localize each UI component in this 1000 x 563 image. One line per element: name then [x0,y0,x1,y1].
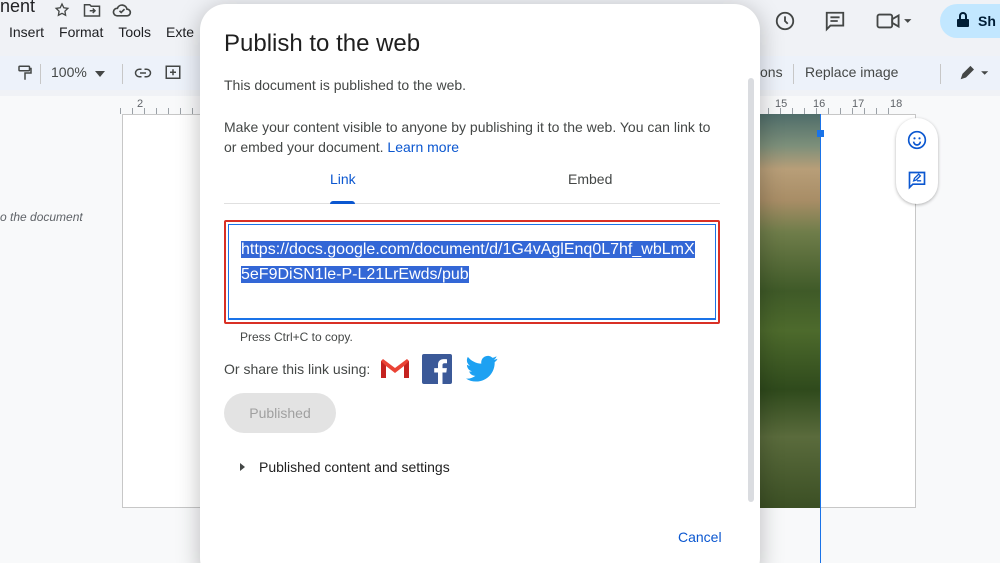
toolbar-divider [940,64,941,84]
menu-tools[interactable]: Tools [118,24,151,40]
ruler-number: 2 [137,98,144,110]
add-comment-icon[interactable] [164,64,182,82]
dialog-title: Publish to the web [224,30,421,57]
lock-icon [956,11,970,31]
share-row: Or share this link using: [224,353,498,385]
description-text: Make your content visible to anyone by p… [224,119,711,155]
cloud-status-icon[interactable] [112,0,132,20]
published-button[interactable]: Published [224,393,336,433]
emoji-reaction-icon[interactable] [907,130,927,150]
published-url[interactable]: https://docs.google.com/document/d/1G4vA… [241,237,703,287]
publish-status: This document is published to the web. [224,77,467,93]
suggest-edits-icon[interactable] [907,170,927,190]
published-url-field[interactable]: https://docs.google.com/document/d/1G4vA… [228,224,716,320]
document-image[interactable] [758,114,820,508]
share-button[interactable]: Sh [940,4,1000,38]
document-title[interactable]: nent [0,0,35,17]
tab-embed[interactable]: Embed [568,171,612,187]
editing-mode-icon[interactable] [958,64,990,82]
share-label: Or share this link using: [224,361,371,377]
dialog-scrollbar[interactable] [748,78,754,502]
page-comment-text: o the document [0,210,83,224]
meet-icon[interactable] [872,8,916,34]
facebook-icon[interactable] [422,354,453,384]
menu-insert[interactable]: Insert [9,24,44,40]
zoom-select[interactable]: 100% [51,64,105,80]
insert-link-icon[interactable] [133,64,153,82]
ruler-number: 18 [890,98,903,110]
publish-dialog: Publish to the web This document is publ… [200,4,760,563]
highlight-box: https://docs.google.com/document/d/1G4vA… [224,220,720,324]
menu-extensions[interactable]: Exte [166,24,194,40]
history-icon[interactable] [772,8,798,34]
scrollbar-thumb[interactable] [748,78,754,502]
star-icon[interactable] [52,0,72,20]
twitter-icon[interactable] [466,355,498,383]
published-settings-toggle[interactable]: Published content and settings [240,459,450,475]
caret-right-icon [240,463,245,471]
move-folder-icon[interactable] [82,0,102,20]
image-selection-border [820,114,821,563]
ruler-number: 17 [852,98,865,110]
replace-image-button[interactable]: Replace image [805,64,898,80]
share-label: Sh [978,13,996,29]
side-action-pill [896,118,938,204]
menu-bar: Insert Format Tools Exte [9,24,209,40]
publish-tabs: Link Embed [224,164,720,204]
url-line-2: 5eF9DiSN1le-P-L21LrEwds/pub [241,266,469,283]
active-tab-indicator [330,201,355,204]
ruler-number: 16 [813,98,826,110]
copy-hint: Press Ctrl+C to copy. [240,330,353,344]
chevron-down-icon [94,64,105,80]
ruler-number: 15 [775,98,788,110]
tab-link[interactable]: Link [330,171,356,187]
header-actions: Sh [772,4,1000,38]
settings-label: Published content and settings [259,459,450,475]
menu-format[interactable]: Format [59,24,103,40]
paint-format-icon[interactable] [16,64,34,82]
toolbar-divider [40,64,41,84]
image-resize-handle[interactable] [817,130,824,137]
zoom-value: 100% [51,64,87,80]
learn-more-link[interactable]: Learn more [387,139,459,155]
url-line-1: https://docs.google.com/document/d/1G4vA… [241,241,695,258]
toolbar-divider [793,64,794,84]
comments-icon[interactable] [822,8,848,34]
image-options-button[interactable]: ons [760,64,783,80]
toolbar-divider [122,64,123,84]
gmail-icon[interactable] [380,358,410,380]
cancel-button[interactable]: Cancel [678,529,722,545]
publish-description: Make your content visible to anyone by p… [224,117,724,157]
title-icons [52,0,132,20]
